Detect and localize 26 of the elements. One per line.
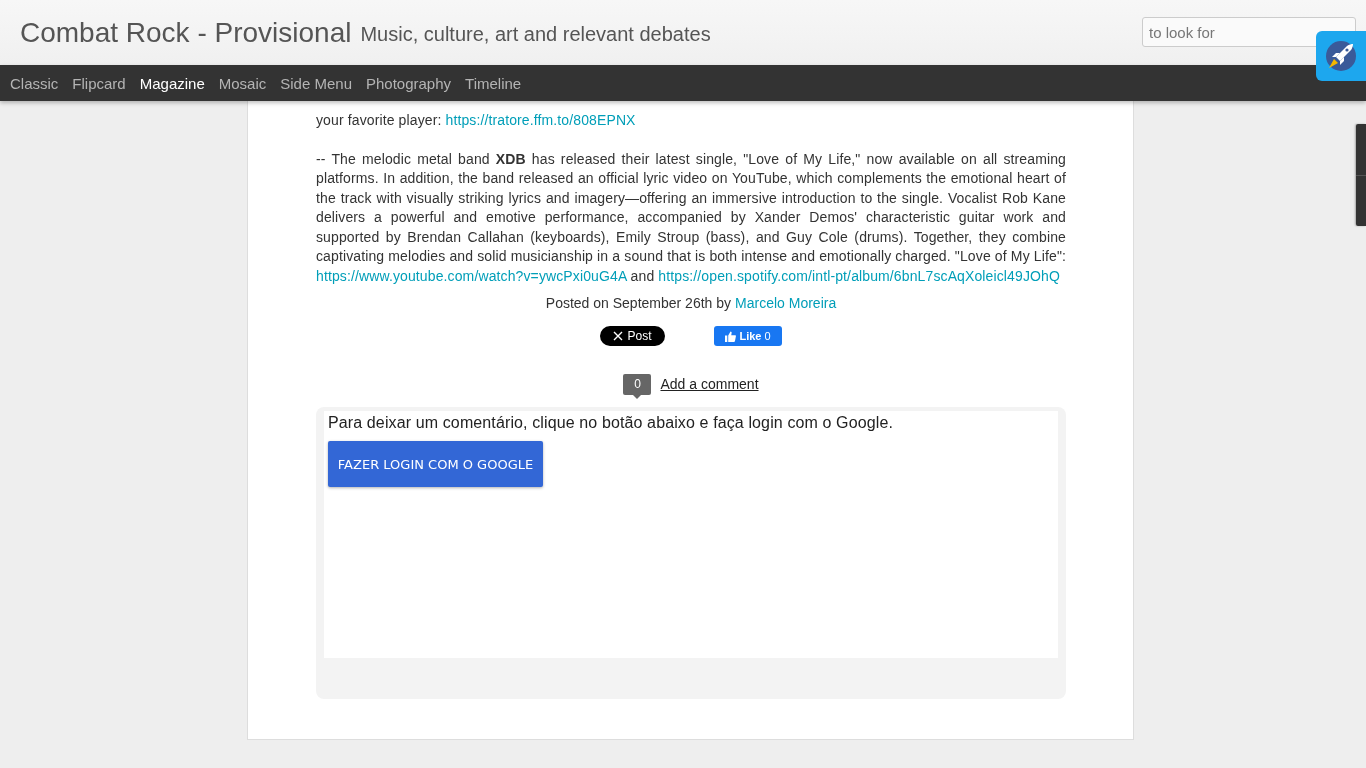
post-paragraph: your favorite player: https://tratore.ffm.to/808EPNX: [316, 110, 637, 130]
nav-tab[interactable]: Mosaic: [218, 74, 267, 92]
blog-subtitle: Music, culture, art and relevant debates: [360, 23, 711, 46]
nav-tab[interactable]: Magazine: [139, 74, 205, 92]
post-paragraph: -- The melodic metal band XDB has released their latest single, "Love of My Life," now available on all streaming platforms. In addition, the band released an official lyric video on YouTube, which complements the emotional heart of the track with visually striking lyrics and imagery—offering an immersive introduction to the single. Vocalist Rob Kane delivers a powerful and emotive performance, accompanied by Xander Demos' characteristic guitar work and supported by Brendan Callahan (keyboards), Emily Stroup (bass), and Guy Cole (drums). Together, they combine captivating melodies and solid musicianship in a sound that is both intense and emotionally charged. "Love of My Life": https://www.youtube.com/watch?v=ywcPxi0uG4A and https://open.spotify.com/intl-pt/album/6bnL7scAqXoleicl49JOhQ: [316, 149, 1066, 286]
post-link[interactable]: https://tratore.ffm.to/808EPNX: [445, 111, 636, 128]
search-field[interactable]: to look for: [1142, 17, 1356, 47]
blog-title[interactable]: Combat Rock - Provisional: [20, 16, 352, 49]
nav-tab[interactable]: Classic: [10, 74, 59, 92]
nav-tab[interactable]: Flipcard: [72, 74, 126, 92]
nav-tab[interactable]: Side Menu: [280, 74, 352, 92]
post-link[interactable]: https://open.spotify.com/intl-pt/album/6bnL7scAqXoleicl49JOhQ: [658, 267, 1060, 284]
byline-text: Posted on September 26th by: [545, 294, 732, 313]
nav-tab[interactable]: Photography: [366, 74, 452, 92]
post-button[interactable]: Post: [600, 326, 665, 346]
comment-prompt: Para deixar um comentário, clique no botão abaixo e faça login com o Google.: [328, 413, 894, 433]
author-link[interactable]: Marcelo Moreira: [735, 294, 837, 313]
rocket-button[interactable]: [1316, 31, 1366, 81]
add-comment-link[interactable]: Add a comment: [660, 376, 759, 392]
nav-tab[interactable]: Timeline: [465, 74, 522, 92]
thumbs-up-icon: [725, 330, 737, 342]
rocket-icon: [1325, 40, 1357, 72]
post-link[interactable]: https://www.youtube.com/watch?v=ywcPxi0uG4A: [316, 267, 627, 284]
like-button[interactable]: Like 0: [714, 326, 782, 346]
x-logo-icon: [613, 331, 624, 341]
google-login-button[interactable]: FAZER LOGIN COM O GOOGLE: [328, 441, 543, 487]
